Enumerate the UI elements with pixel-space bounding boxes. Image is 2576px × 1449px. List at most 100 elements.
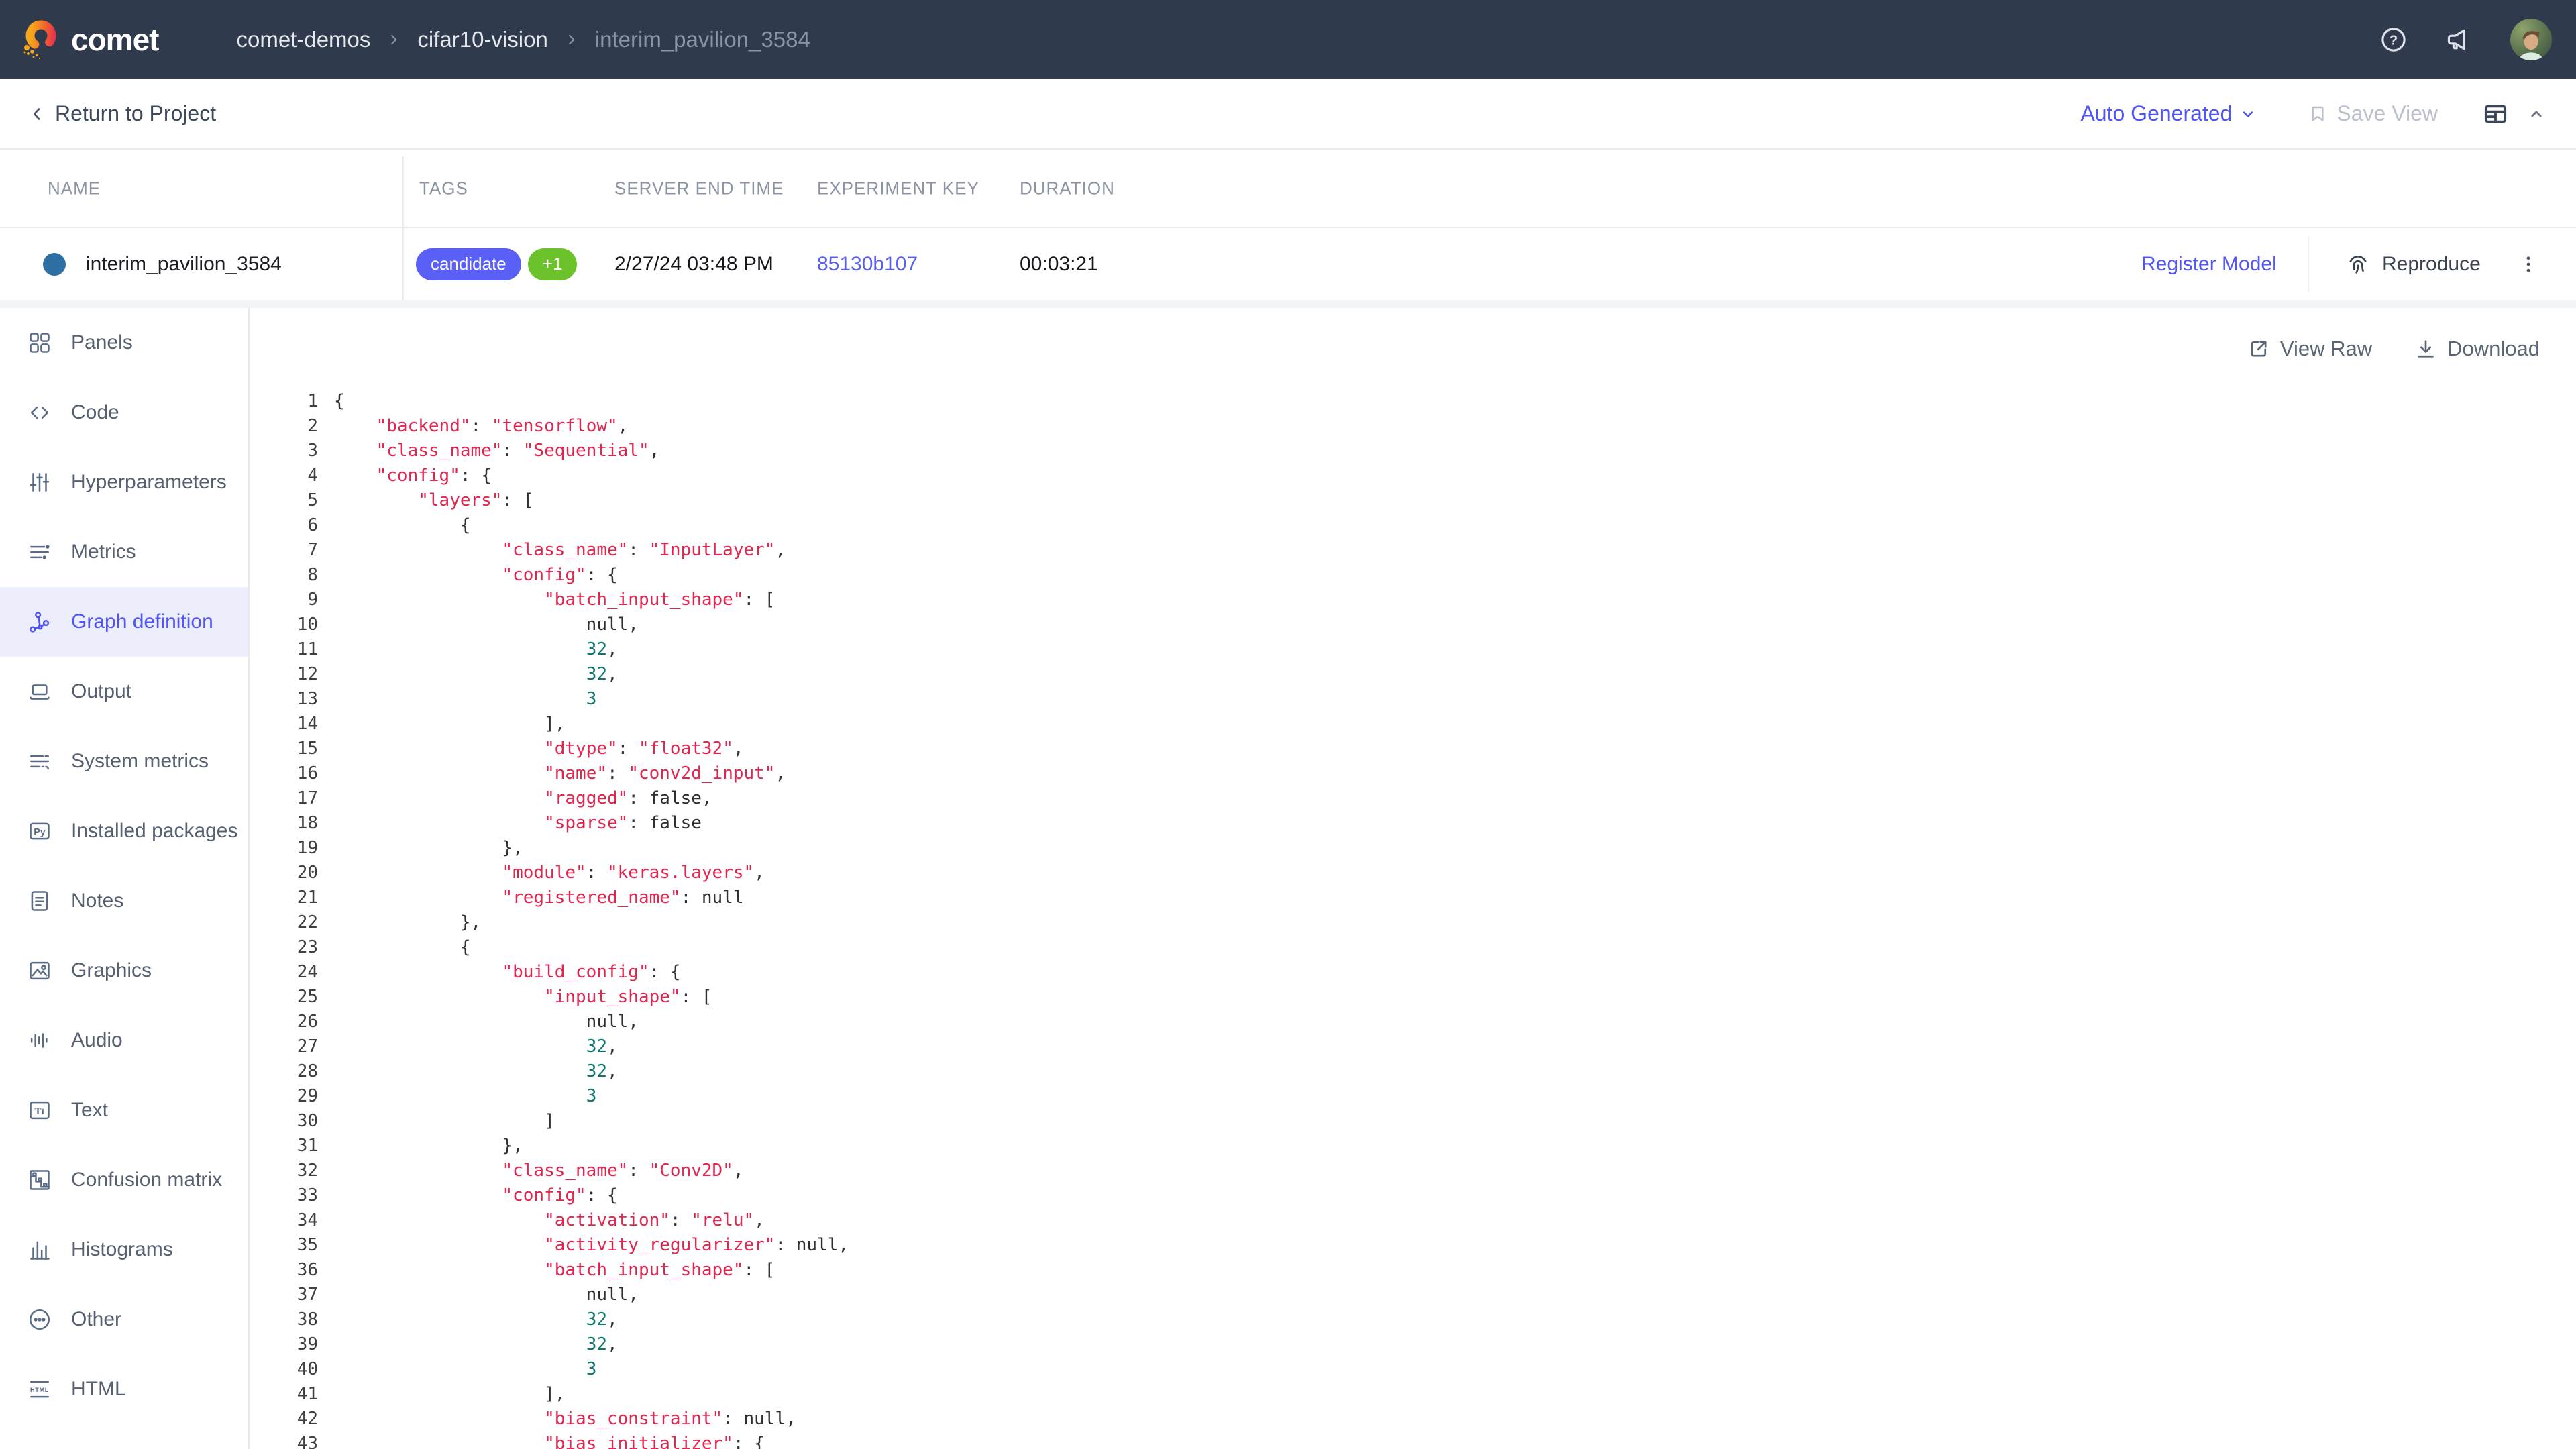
line-number: 38 [250,1307,334,1332]
graphics-icon [27,958,52,983]
line-number: 41 [250,1382,334,1407]
breadcrumb: comet-demoscifar10-visioninterim_pavilio… [236,27,810,52]
sidebar-item-audio[interactable]: Audio [0,1006,248,1075]
code-line: 5 "layers": [ [250,488,2576,513]
return-to-project-label: Return to Project [55,101,216,126]
sidebar-item-histograms[interactable]: Histograms [0,1215,248,1285]
code-text: "batch_input_shape": [ [334,588,775,612]
sidebar-item-confusion-matrix[interactable]: Confusion matrix [0,1145,248,1215]
bookmark-icon [2307,103,2328,125]
code-panel: View Raw Download 1{2 "backend": "tensor… [250,308,2576,1449]
code-text: "registered_name": null [334,885,743,910]
line-number: 12 [250,662,334,687]
line-number: 16 [250,761,334,786]
sidebar-item-label: System metrics [71,750,209,773]
code-text: ] [334,1109,555,1134]
sidebar-item-notes[interactable]: Notes [0,866,248,936]
tag-badge[interactable]: candidate [416,248,521,280]
code-line: 41 ], [250,1382,2576,1407]
line-number: 7 [250,538,334,563]
view-raw-button[interactable]: View Raw [2247,337,2372,361]
code-text: "module": "keras.layers", [334,861,765,885]
breadcrumb-separator-icon [385,31,402,48]
code-line: 31 }, [250,1134,2576,1159]
code-line: 2 "backend": "tensorflow", [250,414,2576,439]
back-chevron-icon [27,104,47,124]
sidebar-item-panels[interactable]: Panels [0,308,248,378]
graph-definition-icon [27,609,52,635]
sidebar-item-label: Audio [71,1029,123,1052]
code-line: 19 }, [250,836,2576,861]
sidebar-item-label: Other [71,1308,121,1331]
breadcrumb-item-comet-demos[interactable]: comet-demos [236,27,370,52]
svg-text:Tt: Tt [34,1106,44,1117]
line-number: 34 [250,1208,334,1233]
code-line: 40 3 [250,1357,2576,1382]
sidebar-item-html[interactable]: HTMLHTML [0,1354,248,1424]
sidebar-item-metrics[interactable]: Metrics [0,517,248,587]
code-line: 13 3 [250,687,2576,712]
chevron-down-icon [2239,105,2257,123]
sidebar-item-code[interactable]: Code [0,378,248,447]
return-to-project-link[interactable]: Return to Project [27,101,216,126]
comet-logo[interactable]: comet [19,18,158,61]
sidebar-item-system-metrics[interactable]: System metrics [0,727,248,796]
code-text: 32, [334,1332,618,1357]
code-text: "config": { [334,464,492,488]
code-viewer[interactable]: 1{2 "backend": "tensorflow",3 "class_nam… [250,389,2576,1449]
line-number: 10 [250,612,334,637]
code-line: 24 "build_config": { [250,960,2576,985]
line-number: 22 [250,910,334,935]
code-line: 10 null, [250,612,2576,637]
kebab-menu-button[interactable] [2517,253,2540,276]
download-label: Download [2447,337,2540,361]
code-line: 4 "config": { [250,464,2576,488]
code-text: null, [334,1283,639,1307]
code-text: "backend": "tensorflow", [334,414,628,439]
sidebar-item-text[interactable]: TtText [0,1075,248,1145]
line-number: 2 [250,414,334,439]
breadcrumb-item-cifar10-vision[interactable]: cifar10-vision [417,27,547,52]
line-number: 36 [250,1258,334,1283]
code-line: 38 32, [250,1307,2576,1332]
code-text: "layers": [ [334,488,533,513]
code-text: null, [334,1010,639,1034]
reproduce-label: Reproduce [2382,253,2481,276]
histograms-icon [27,1237,52,1263]
avatar[interactable] [2510,19,2552,60]
column-header-duration: DURATION [1020,178,1115,199]
code-line: 25 "input_shape": [ [250,985,2576,1010]
sidebar-item-hyperparameters[interactable]: Hyperparameters [0,447,248,517]
tag-badge-count[interactable]: +1 [528,248,578,280]
view-selector-dropdown[interactable]: Auto Generated [2080,101,2257,126]
view-toggle-button[interactable] [2482,101,2509,127]
help-button[interactable]: ? [2379,25,2408,54]
code-text: 32, [334,662,618,687]
sidebar-item-graphics[interactable]: Graphics [0,936,248,1006]
line-number: 9 [250,588,334,612]
line-number: 39 [250,1332,334,1357]
save-view-button[interactable]: Save View [2307,101,2438,126]
section-divider [0,300,2576,308]
sidebar-item-other[interactable]: Other [0,1285,248,1354]
download-button[interactable]: Download [2414,337,2540,361]
code-line: 35 "activity_regularizer": null, [250,1233,2576,1258]
code-text: "dtype": "float32", [334,737,744,761]
collapse-caret-button[interactable] [2526,104,2546,124]
breadcrumb-separator-icon [563,31,580,48]
sidebar-item-output[interactable]: Output [0,657,248,727]
sidebar-item-graph-definition[interactable]: Graph definition [0,587,248,657]
metrics-icon [27,539,52,565]
sidebar-item-installed-packages[interactable]: PyInstalled packages [0,796,248,866]
line-number: 42 [250,1407,334,1432]
experiment-row: interim_pavilion_3584 candidate+1 2/27/2… [0,228,2576,300]
code-text: }, [334,836,523,861]
line-number: 30 [250,1109,334,1134]
register-model-button[interactable]: Register Model [2141,253,2277,276]
download-icon [2414,337,2438,361]
reproduce-button[interactable]: Reproduce [2345,251,2481,278]
line-number: 27 [250,1034,334,1059]
experiment-key-link[interactable]: 85130b107 [817,253,918,276]
sidebar-item-label: Code [71,401,119,424]
announcements-button[interactable] [2445,25,2474,54]
